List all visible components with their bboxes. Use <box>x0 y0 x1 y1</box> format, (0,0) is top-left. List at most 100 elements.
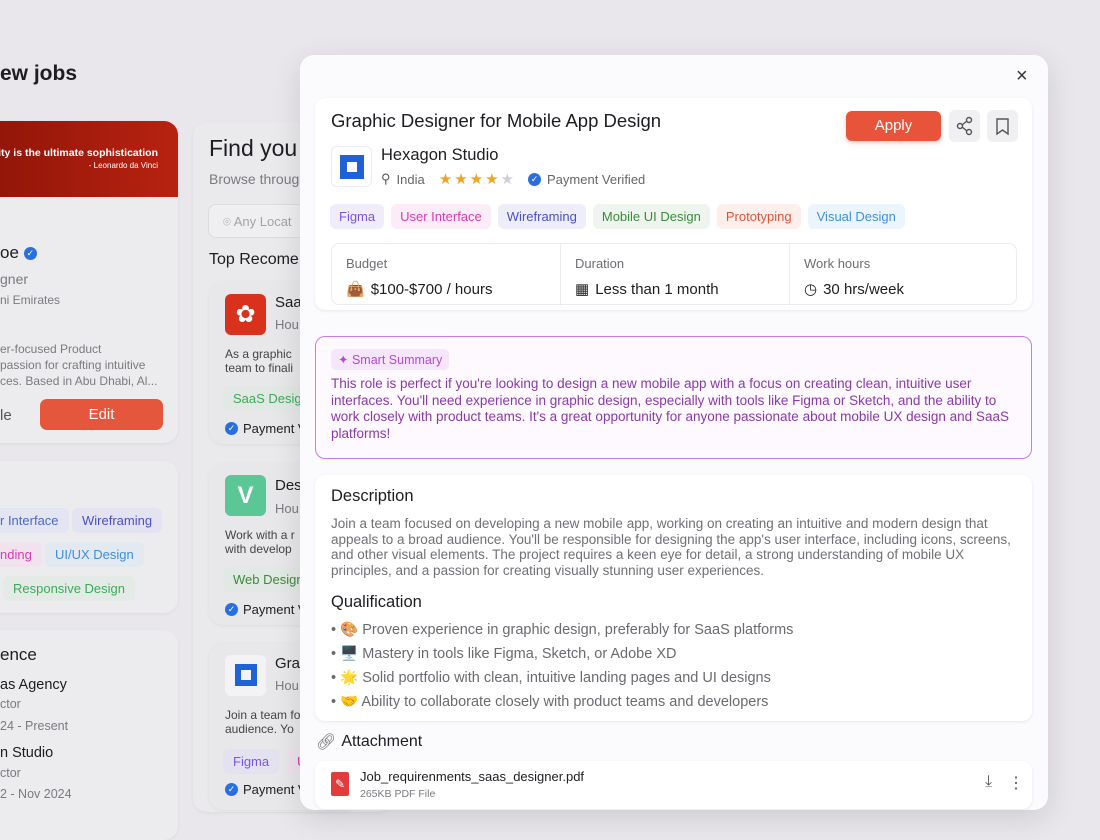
attachment-title: Attachment <box>341 733 423 750</box>
find-subtitle: Browse throug <box>209 171 300 187</box>
experience-title: ence <box>0 645 37 664</box>
job-tag: SaaS Desig <box>223 386 312 411</box>
edit-button[interactable]: Edit <box>40 399 163 430</box>
stat-duration: Duration ▦ Less than 1 month <box>561 244 790 306</box>
description-title: Description <box>331 487 414 505</box>
profile-bio: er-focused Product passion for crafting i… <box>0 342 158 388</box>
clock-icon: ◷ <box>804 281 818 298</box>
skill-tag: Visual Design <box>807 204 905 229</box>
profile-card: plicity is the ultimate sophistication -… <box>0 121 178 443</box>
job-title: Saa <box>275 294 302 311</box>
apply-button[interactable]: Apply <box>846 111 941 141</box>
qualification-item: • 🌟 Solid portfolio with clean, intuitiv… <box>331 669 771 686</box>
star-filled-icon: ★ <box>485 171 501 188</box>
skill-tag: User Interface <box>391 204 491 229</box>
star-filled-icon: ★ <box>469 171 486 188</box>
job-desc: Work with a r with develop <box>225 528 295 556</box>
company-country: India <box>396 171 425 187</box>
download-icon[interactable]: ⤓ <box>985 773 992 791</box>
job-title: Graphic Designer for Mobile App Design <box>331 110 662 131</box>
verified-icon: ✓ <box>225 783 238 796</box>
payment-status: Payment V <box>243 421 307 436</box>
experience-role: ctor <box>0 697 21 711</box>
verified-icon: ✓ <box>225 422 238 435</box>
verified-icon: ✓ <box>23 246 37 260</box>
job-subtitle: Hou <box>275 317 299 332</box>
job-logo <box>225 655 266 696</box>
job-logo: V <box>225 475 266 516</box>
skill-tags: Figma User Interface Wireframing Mobile UI … <box>330 204 912 229</box>
star-empty-icon: ★ <box>500 171 516 188</box>
profile-role: gner <box>0 271 29 287</box>
qualification-title: Qualification <box>331 592 422 611</box>
close-icon[interactable]: × <box>1016 65 1028 88</box>
job-detail-modal: × Graphic Designer for Mobile App Design… <box>300 55 1048 810</box>
payment-status: Payment Verified <box>547 171 646 187</box>
company-name: Hexagon Studio <box>381 146 499 164</box>
attachment-item[interactable]: ✎ Job_requirenments_saas_designer.pdf 26… <box>315 761 1032 809</box>
experience-company: as Agency <box>0 677 67 693</box>
skill-tag: Wireframing <box>497 204 586 229</box>
skill-tag: Mobile UI Design <box>592 204 710 229</box>
section-title: Top Recome <box>209 251 299 268</box>
job-desc: As a graphic team to finali <box>225 347 294 375</box>
job-title: Des <box>275 477 302 494</box>
qualification-item: • 🤝 Ability to collaborate closely with … <box>331 693 769 710</box>
more-options-icon[interactable]: ⋮ <box>1008 773 1024 793</box>
job-subtitle: Hou <box>275 501 299 516</box>
skill-tag: UI/UX Design <box>45 542 144 567</box>
company-logo <box>331 146 372 187</box>
rating-stars: ★★★★★ <box>439 170 516 188</box>
skills-card: r Interface Wireframing nding UI/UX Desi… <box>0 461 178 613</box>
star-filled-icon: ★ <box>438 171 455 188</box>
share-icon <box>956 116 973 136</box>
job-subtitle: Hou <box>275 678 299 693</box>
location-pin-icon: ⚲ <box>381 171 391 186</box>
wallet-icon: 👜 <box>346 281 365 298</box>
experience-role: ctor <box>0 766 21 780</box>
page-title: ew jobs <box>0 62 78 85</box>
stat-work-hours: Work hours ◷ 30 hrs/week <box>804 256 904 298</box>
sparkle-icon: ✦ <box>338 353 349 367</box>
pdf-icon: ✎ <box>331 772 349 796</box>
find-title: Find you <box>209 135 298 161</box>
smart-summary: ✦ Smart Summary This role is perfect if … <box>315 336 1032 459</box>
job-logo: ✿ <box>225 294 266 335</box>
smart-summary-badge: ✦ Smart Summary <box>331 349 450 370</box>
qualification-item: • 🖥️ Mastery in tools like Figma, Sketch… <box>331 645 677 662</box>
job-stats: Budget 👜 $100-$700 / hours Duration ▦ Less t… <box>331 243 1017 306</box>
location-pin-icon: ⌾ <box>223 214 231 229</box>
share-button[interactable] <box>949 110 980 142</box>
bookmark-icon <box>996 118 1009 136</box>
profile-name: oe <box>0 243 19 262</box>
experience-card: ence as Agency ctor 24 - Present n Studi… <box>0 630 178 840</box>
profile-location: ni Emirates <box>0 293 61 307</box>
skill-tag: Prototyping <box>716 204 801 229</box>
experience-dates: 24 - Present <box>0 719 69 733</box>
link-icon: 🔗︎ <box>316 734 337 751</box>
calendar-icon: ▦ <box>575 281 590 298</box>
experience-dates: 2 - Nov 2024 <box>0 787 72 801</box>
job-header-panel: Graphic Designer for Mobile App Design A… <box>315 98 1032 310</box>
job-title: Gra <box>275 655 301 672</box>
description-text: Join a team focused on developing a new … <box>331 516 1011 579</box>
skill-tag: r Interface <box>0 508 69 533</box>
banner-quote-author: - Leonardo da Vinci <box>88 161 158 170</box>
experience-company: n Studio <box>0 745 54 761</box>
star-filled-icon: ★ <box>454 171 470 188</box>
smart-summary-text: This role is perfect if you're looking t… <box>331 376 1009 441</box>
payment-status: Payment V <box>243 602 307 617</box>
profile-secondary-button[interactable]: le <box>0 407 12 424</box>
bookmark-button[interactable] <box>987 110 1018 142</box>
attachment-meta: 265KB PDF File <box>360 788 436 800</box>
job-desc: Join a team fo audience. Yo <box>225 708 301 736</box>
banner-quote: plicity is the ultimate sophistication <box>0 147 158 159</box>
skill-tag: Figma <box>330 204 385 229</box>
description-panel: Description Join a team focused on devel… <box>315 475 1032 721</box>
job-tag: Figma <box>223 749 280 774</box>
profile-banner: plicity is the ultimate sophistication -… <box>0 121 178 197</box>
skill-tag: Wireframing <box>72 508 163 533</box>
verified-icon: ✓ <box>225 603 238 616</box>
skill-tag: nding <box>0 542 42 567</box>
stat-budget: Budget 👜 $100-$700 / hours <box>332 244 561 306</box>
